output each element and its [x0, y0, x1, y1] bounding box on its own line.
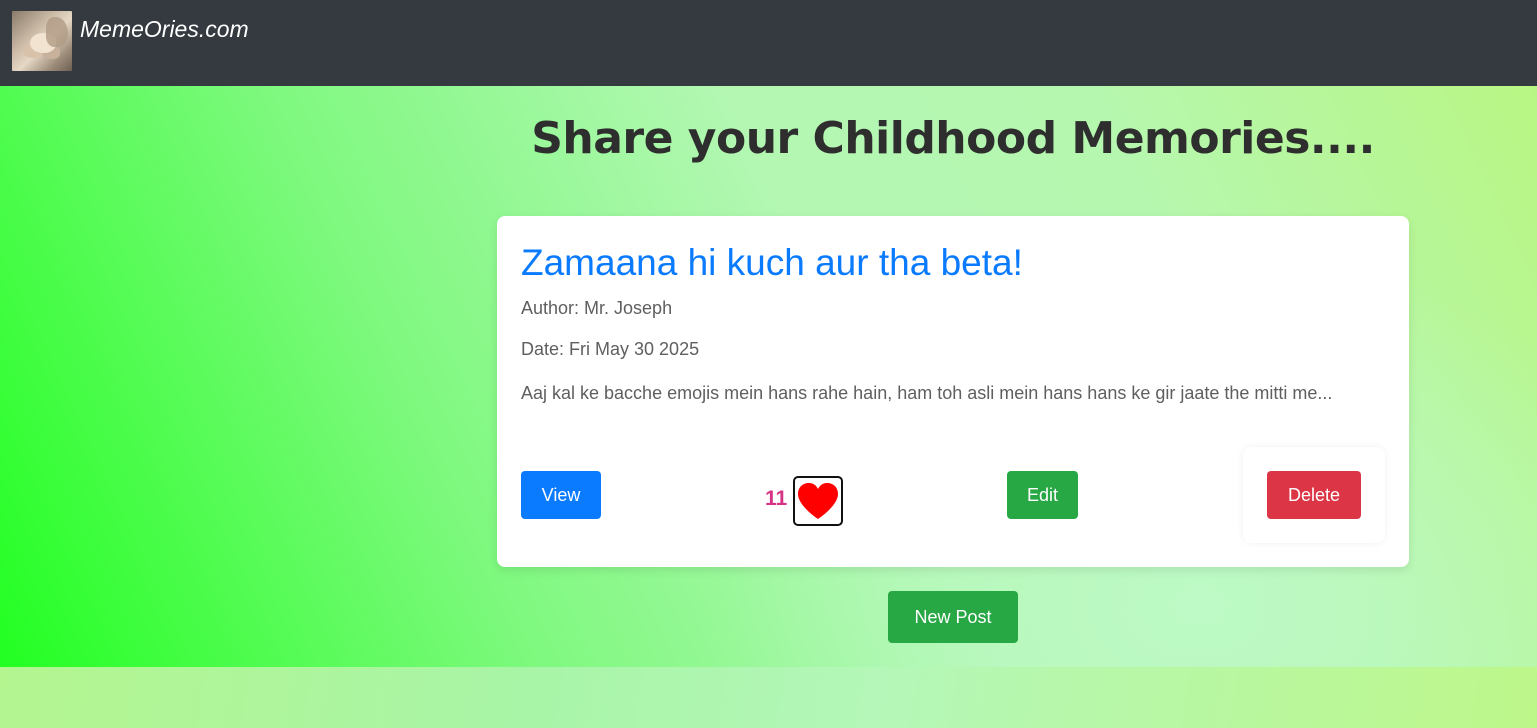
post-date: Date: Fri May 30 2025: [521, 339, 700, 359]
delete-container: Delete: [1243, 447, 1385, 543]
post-author: Author: Mr. Joseph: [521, 298, 673, 318]
top-navbar: MemeOries.com: [0, 0, 1537, 86]
view-button[interactable]: View: [521, 471, 601, 519]
heart-icon: [798, 483, 838, 519]
site-logo[interactable]: [12, 11, 72, 71]
like-button[interactable]: [793, 476, 843, 526]
new-post-button[interactable]: New Post: [888, 591, 1018, 643]
post-excerpt: Aaj kal ke bacche emojis mein hans rahe …: [521, 383, 1333, 403]
page-title: Share your Childhood Memories....: [531, 113, 1375, 164]
site-brand[interactable]: MemeOries.com: [80, 16, 249, 43]
post-title[interactable]: Zamaana hi kuch aur tha beta!: [521, 242, 1023, 284]
delete-button[interactable]: Delete: [1267, 471, 1361, 519]
post-card: Zamaana hi kuch aur tha beta! Author: Mr…: [497, 216, 1409, 567]
like-count: 11: [765, 487, 788, 510]
edit-button[interactable]: Edit: [1007, 471, 1078, 519]
